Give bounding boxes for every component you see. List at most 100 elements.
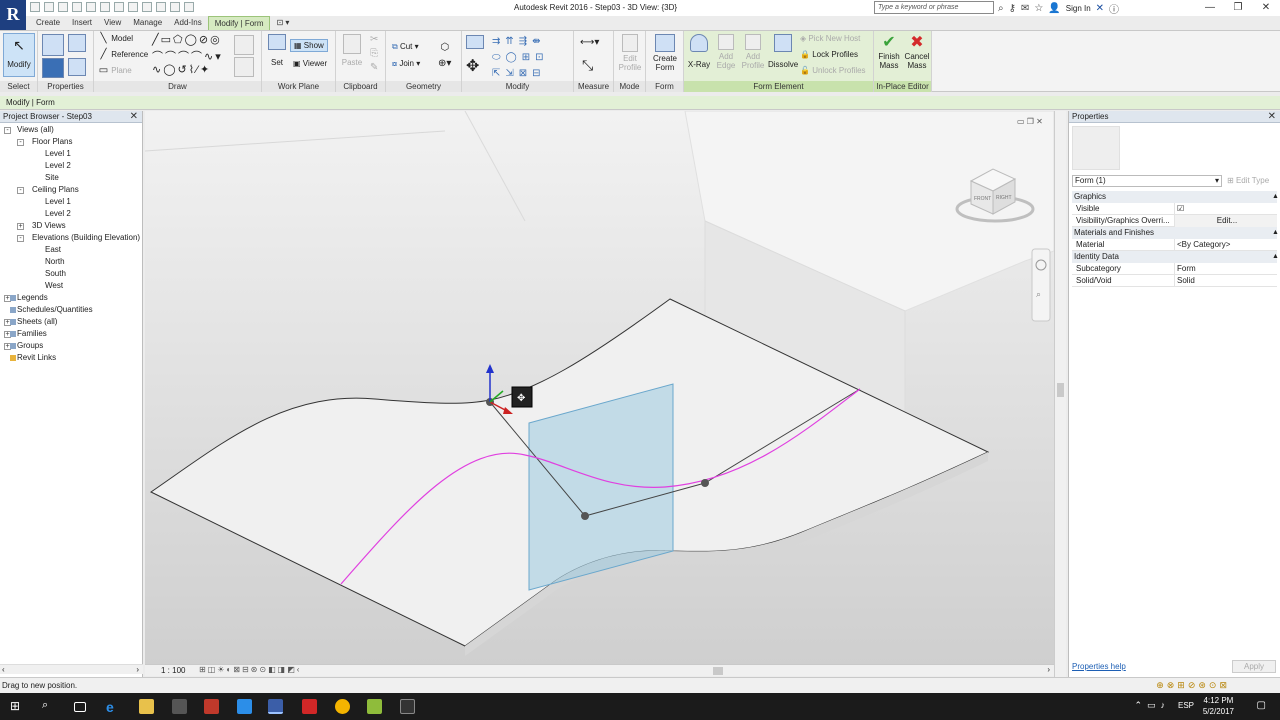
app-menu-button[interactable]: R xyxy=(0,0,26,30)
collapse-icon[interactable]: - xyxy=(17,139,24,146)
communication-icon[interactable]: ✉ xyxy=(1021,3,1029,14)
collapse-icon[interactable]: - xyxy=(17,187,24,194)
reference-line-button[interactable]: ╱ Reference xyxy=(98,50,148,61)
tab-insert[interactable]: Insert xyxy=(66,16,98,30)
store-icon[interactable] xyxy=(172,699,187,714)
subscription-icon[interactable]: ⚷ xyxy=(1009,3,1016,14)
family-types-icon[interactable] xyxy=(68,58,86,78)
app-icon[interactable] xyxy=(367,699,382,714)
chrome-icon[interactable] xyxy=(335,699,350,714)
browser-item[interactable]: Floor Plans xyxy=(32,137,72,146)
pick-lines-icon[interactable] xyxy=(234,35,254,57)
model-line-button[interactable]: ╲ Model xyxy=(98,34,133,45)
scroll-right-icon[interactable]: › xyxy=(1047,665,1050,674)
app-icon[interactable] xyxy=(237,699,252,714)
switch-windows-icon[interactable] xyxy=(184,2,194,12)
edge-browser-icon[interactable]: e xyxy=(106,699,121,715)
control-point[interactable] xyxy=(581,512,589,520)
cut-geometry-button[interactable]: ⧉ Cut ▾ xyxy=(392,42,419,52)
exchange-apps-icon[interactable]: ✕ xyxy=(1096,3,1104,14)
user-icon[interactable]: 👤 xyxy=(1048,3,1060,14)
browser-item[interactable]: Groups xyxy=(17,341,43,350)
favorites-icon[interactable]: ☆ xyxy=(1034,3,1043,14)
measure-icon[interactable]: ⟷▾ xyxy=(580,37,599,48)
hscroll-thumb[interactable] xyxy=(713,667,723,675)
element-properties-icon[interactable] xyxy=(68,34,86,54)
dissolve-button[interactable]: Dissolve xyxy=(768,34,798,69)
tab-view[interactable]: View xyxy=(98,16,127,30)
apply-button[interactable]: Apply xyxy=(1232,660,1276,673)
windows-start-icon[interactable]: ⊞ xyxy=(10,699,25,714)
browser-horizontal-scrollbar[interactable]: ‹ › xyxy=(0,664,143,674)
property-group-header[interactable]: Graphics xyxy=(1072,191,1277,203)
add-profile-button[interactable]: Add Profile xyxy=(740,34,766,70)
browser-item[interactable]: Level 1 xyxy=(45,149,71,158)
3d-scene[interactable]: ✥ FRONT RIGHT ⌕ ▭ ❐ ✕ xyxy=(145,111,1054,666)
view-vertical-scrollbar[interactable] xyxy=(1054,111,1066,677)
unlock-profiles-button[interactable]: 🔓 Unlock Profiles xyxy=(800,66,866,75)
control-point[interactable] xyxy=(701,479,709,487)
browser-item[interactable]: Families xyxy=(17,329,47,338)
tab-add-ins[interactable]: Add-Ins xyxy=(168,16,208,30)
browser-item[interactable]: Legends xyxy=(17,293,48,302)
cancel-mass-button[interactable]: ✖ Cancel Mass xyxy=(903,34,931,70)
text-icon[interactable] xyxy=(114,2,124,12)
expand-icon[interactable]: + xyxy=(17,223,24,230)
notifications-icon[interactable]: ▢ xyxy=(1257,700,1266,711)
app-icon[interactable] xyxy=(204,699,219,714)
edit-type-button[interactable]: ⊞ Edit Type xyxy=(1227,176,1269,185)
viewer-button[interactable]: ▣ Viewer xyxy=(290,58,330,69)
app-icon[interactable] xyxy=(400,699,415,714)
thin-lines-icon[interactable] xyxy=(156,2,166,12)
properties-palette-icon[interactable] xyxy=(42,58,64,80)
browser-item[interactable]: South xyxy=(45,269,66,278)
zoom-icon[interactable]: ⌕ xyxy=(1036,289,1041,299)
scroll-left-icon[interactable]: ‹ xyxy=(2,665,5,674)
property-value[interactable]: <By Category> xyxy=(1174,239,1277,251)
3d-view-icon[interactable] xyxy=(128,2,138,12)
draw-shapes-row-1[interactable]: ╱▭⬠◯⊘◎ xyxy=(152,33,222,46)
minimize-icon[interactable]: — xyxy=(1196,0,1224,16)
select-panel-title[interactable]: Select xyxy=(0,81,37,92)
lock-profiles-button[interactable]: 🔒 Lock Profiles xyxy=(800,50,858,59)
collapse-icon[interactable]: ▲ xyxy=(1272,253,1279,260)
restore-icon[interactable]: ❐ xyxy=(1224,0,1252,16)
create-form-button[interactable]: Create Form xyxy=(648,34,682,72)
property-value[interactable]: Edit... xyxy=(1174,215,1277,227)
search-icon[interactable]: ⌕ xyxy=(998,3,1004,14)
browser-item[interactable]: Level 1 xyxy=(45,197,71,206)
tab-minimize-icon[interactable]: ⊡ ▾ xyxy=(270,16,295,30)
collapse-icon[interactable]: ▲ xyxy=(1272,229,1279,236)
task-view-icon[interactable] xyxy=(74,702,86,712)
type-properties-icon[interactable] xyxy=(42,34,64,58)
3d-view-canvas[interactable]: ✥ FRONT RIGHT ⌕ ▭ ❐ ✕ xyxy=(145,111,1054,666)
revit-taskbar-icon[interactable] xyxy=(268,699,283,714)
plane-button[interactable]: ▭ Plane xyxy=(98,66,132,77)
geometry-extra-icons[interactable]: ⬡ ⊕▾ xyxy=(438,40,451,72)
property-group-header[interactable]: Identity Data xyxy=(1072,251,1277,263)
draw-shapes-row-2[interactable]: ⌒⌒⌒⌒∿▾ xyxy=(152,48,223,64)
property-value[interactable]: ☑ xyxy=(1174,203,1277,215)
close-icon[interactable]: ✕ xyxy=(130,111,138,123)
collapse-icon[interactable]: - xyxy=(17,235,24,242)
redo-icon[interactable] xyxy=(72,2,82,12)
property-group-header[interactable]: Materials and Finishes xyxy=(1072,227,1277,239)
print-icon[interactable] xyxy=(86,2,96,12)
scroll-right-icon[interactable]: › xyxy=(136,665,139,674)
properties-help-link[interactable]: Properties help xyxy=(1072,662,1126,671)
measure-icon[interactable] xyxy=(100,2,110,12)
view-window-controls[interactable]: ▭ ❐ ✕ xyxy=(1017,117,1043,126)
browser-item[interactable]: Site xyxy=(45,173,59,182)
join-geometry-button[interactable]: ⧇ Join ▾ xyxy=(392,59,420,69)
view-scale[interactable]: 1 : 100 xyxy=(161,666,185,675)
help-search-input[interactable]: Type a keyword or phrase xyxy=(874,1,994,14)
sign-in-link[interactable]: Sign In xyxy=(1066,4,1091,13)
browser-item[interactable]: East xyxy=(45,245,61,254)
browser-item[interactable]: Elevations (Building Elevation) xyxy=(32,233,140,242)
browser-item[interactable]: Level 2 xyxy=(45,209,71,218)
draw-shapes-row-3[interactable]: ∿◯↺⌇⁄✦ xyxy=(152,63,211,76)
search-icon[interactable]: ⌕ xyxy=(42,699,57,714)
open-icon[interactable] xyxy=(30,2,40,12)
acrobat-icon[interactable] xyxy=(302,699,317,714)
tab-manage[interactable]: Manage xyxy=(127,16,168,30)
